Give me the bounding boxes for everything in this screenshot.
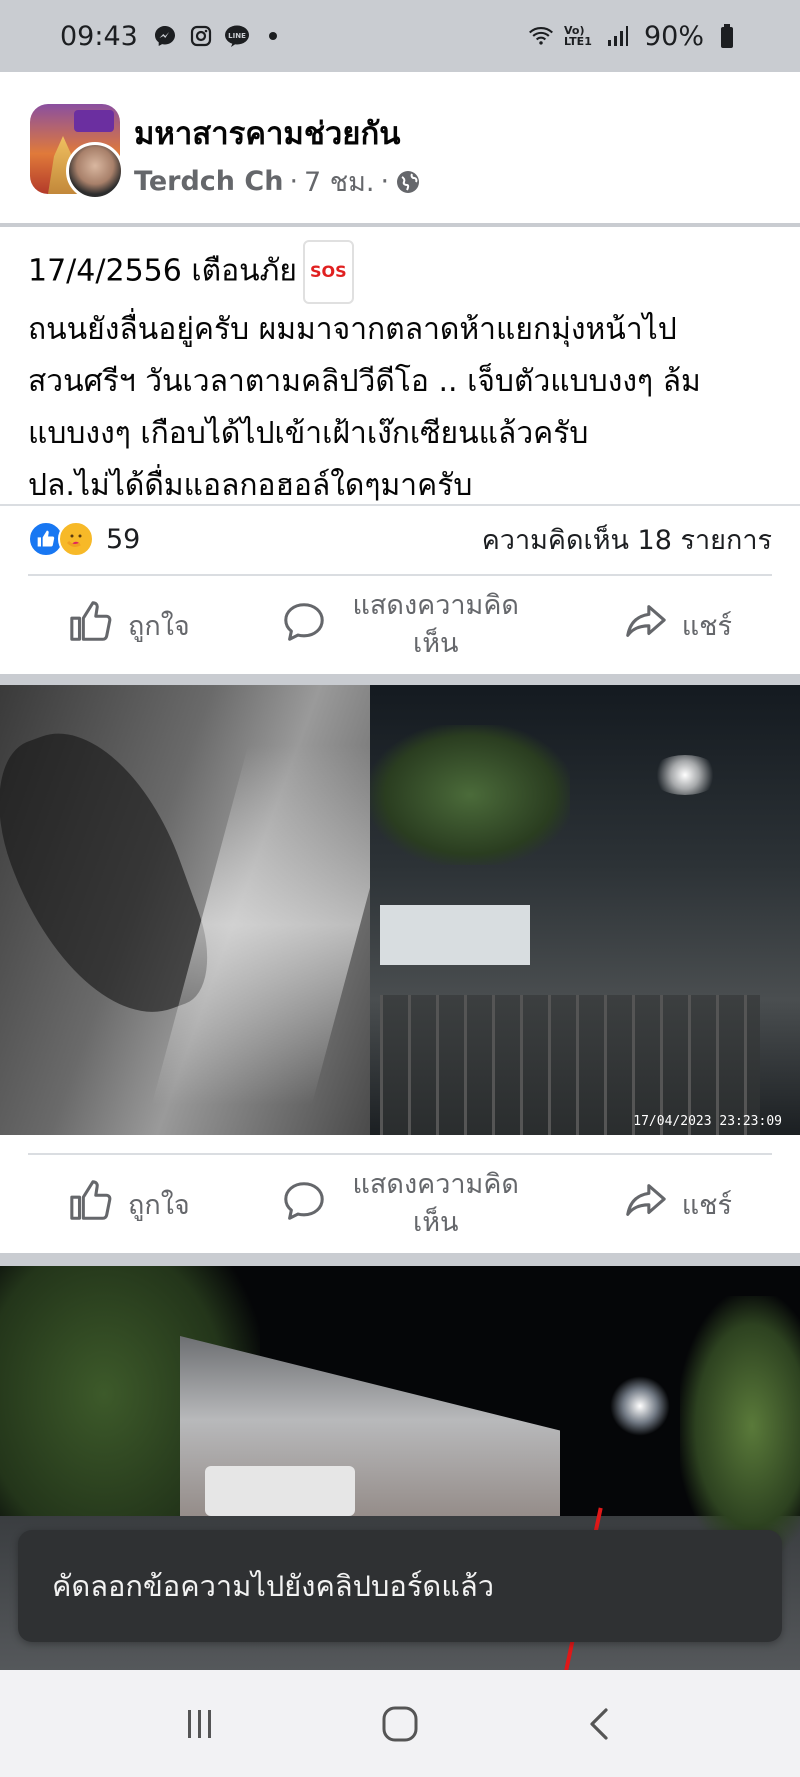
back-button[interactable] bbox=[570, 1694, 630, 1754]
battery-percent: 90% bbox=[643, 20, 704, 52]
share-icon bbox=[622, 1178, 668, 1231]
user-avatar[interactable] bbox=[66, 142, 124, 200]
post-photo-1[interactable]: 17/04/2023 23:23:09 bbox=[0, 685, 800, 1135]
messenger-icon bbox=[152, 23, 178, 49]
notification-icons: LINE bbox=[152, 23, 286, 49]
like-label: ถูกใจ bbox=[128, 610, 190, 642]
post-text-line-3: สวนศรีฯ วันเวลาตามคลิปวีดีโอ .. เจ็บตัวแ… bbox=[28, 364, 701, 399]
group-name[interactable]: มหาสารคามช่วยกัน bbox=[134, 108, 400, 158]
home-icon bbox=[382, 1706, 418, 1741]
recents-icon bbox=[188, 1709, 211, 1738]
header-divider bbox=[0, 223, 800, 227]
care-reaction-icon bbox=[58, 521, 94, 557]
status-bar: 09:43 LINE Vo) LTE1 90% bbox=[0, 0, 800, 72]
share-button[interactable]: แชร์ bbox=[622, 1178, 732, 1231]
instagram-icon bbox=[188, 23, 214, 49]
post-separator bbox=[0, 674, 800, 685]
clipboard-toast: คัดลอกข้อความไปยังคลิปบอร์ดแล้ว bbox=[18, 1530, 782, 1642]
recents-button[interactable] bbox=[170, 1694, 230, 1754]
post-time[interactable]: 7 ชม. bbox=[304, 160, 374, 203]
sos-emoji: SOS bbox=[302, 240, 354, 304]
svg-text:LINE: LINE bbox=[228, 32, 246, 40]
post-text-line-4: แบบงงๆ เกือบได้ไปเข้าเฝ้าเง๊กเซียนแล้วคร… bbox=[28, 416, 589, 451]
post-text-line-2: ถนนยังลื่นอยู่ครับ ผมมาจากตลาดห้าแยกมุ่ง… bbox=[28, 312, 677, 347]
post-meta: Terdch Ch · 7 ชม. · bbox=[134, 160, 421, 203]
comment-count[interactable]: ความคิดเห็น 18 รายการ bbox=[482, 518, 772, 561]
line-icon: LINE bbox=[224, 23, 250, 49]
reaction-icons[interactable] bbox=[28, 521, 94, 557]
author-name[interactable]: Terdch Ch bbox=[134, 166, 283, 197]
system-nav-bar bbox=[0, 1670, 800, 1777]
photo-action-bar: ถูกใจ แสดงความคิด เห็น แชร์ bbox=[28, 1153, 772, 1253]
battery-icon bbox=[714, 23, 740, 49]
status-time: 09:43 bbox=[60, 20, 138, 52]
globe-icon bbox=[395, 169, 421, 195]
share-label: แชร์ bbox=[681, 1189, 732, 1221]
comment-icon bbox=[281, 1178, 327, 1231]
home-button[interactable] bbox=[370, 1694, 430, 1754]
share-label: แชร์ bbox=[681, 610, 732, 642]
status-right: Vo) LTE1 90% bbox=[528, 21, 740, 52]
back-icon bbox=[590, 1707, 608, 1740]
post-text-line-1: 17/4/2556 เตือนภัย SOS bbox=[28, 240, 778, 304]
reaction-count[interactable]: 59 bbox=[106, 524, 140, 555]
video-timestamp: 17/04/2023 23:23:09 bbox=[633, 1114, 782, 1129]
comment-icon bbox=[281, 599, 327, 652]
action-bar: ถูกใจ แสดงความคิด เห็น แชร์ bbox=[28, 574, 772, 674]
like-button[interactable]: ถูกใจ bbox=[68, 1178, 190, 1231]
post-header: มหาสารคามช่วยกัน Terdch Ch · 7 ชม. · bbox=[0, 72, 800, 225]
thumbs-up-icon bbox=[68, 599, 114, 652]
dot-indicator-icon bbox=[260, 23, 286, 49]
meta-separator: · bbox=[380, 166, 390, 197]
comment-button[interactable]: แสดงความคิด เห็น bbox=[281, 1166, 531, 1242]
toast-message: คัดลอกข้อความไปยังคลิปบอร์ดแล้ว bbox=[52, 1569, 495, 1603]
reactions-row: 59 ความคิดเห็น 18 รายการ bbox=[0, 504, 800, 572]
meta-separator: · bbox=[289, 166, 299, 197]
like-label: ถูกใจ bbox=[128, 1189, 190, 1221]
post-text-date: 17/4/2556 เตือนภัย bbox=[28, 253, 297, 289]
thumbs-up-icon bbox=[68, 1178, 114, 1231]
comment-button[interactable]: แสดงความคิด เห็น bbox=[281, 587, 531, 663]
share-icon bbox=[622, 599, 668, 652]
signal-icon bbox=[604, 23, 630, 49]
network-type: Vo) LTE1 bbox=[563, 24, 592, 48]
share-button[interactable]: แชร์ bbox=[622, 599, 732, 652]
comment-label: แสดงความคิด เห็น bbox=[352, 1169, 519, 1238]
post-separator bbox=[0, 1253, 800, 1266]
wifi-icon bbox=[528, 23, 554, 49]
post-text: 17/4/2556 เตือนภัย SOS ถนนยังลื่นอยู่ครับ… bbox=[28, 240, 778, 512]
comment-label: แสดงความคิด เห็น bbox=[352, 590, 519, 659]
like-button[interactable]: ถูกใจ bbox=[68, 599, 190, 652]
